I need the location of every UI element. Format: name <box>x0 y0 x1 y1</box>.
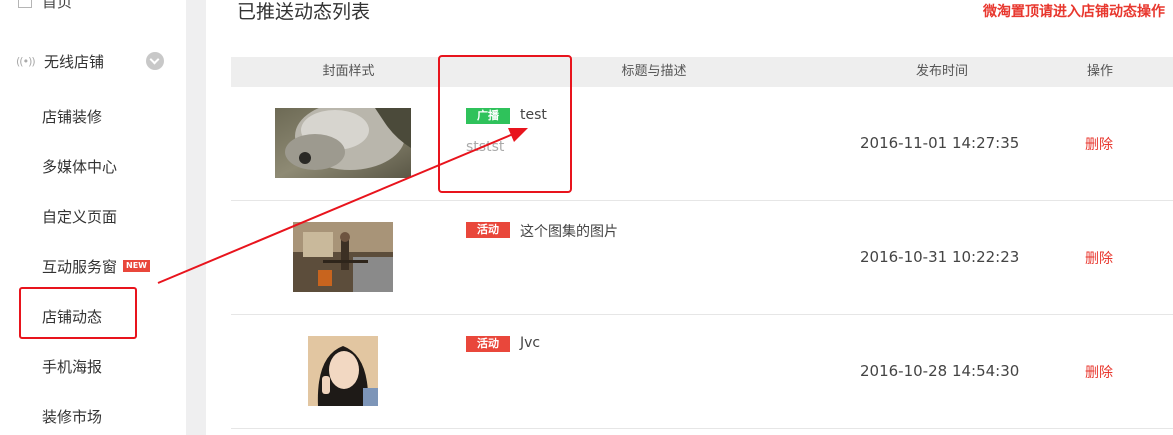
annotation-arrow <box>157 128 528 284</box>
